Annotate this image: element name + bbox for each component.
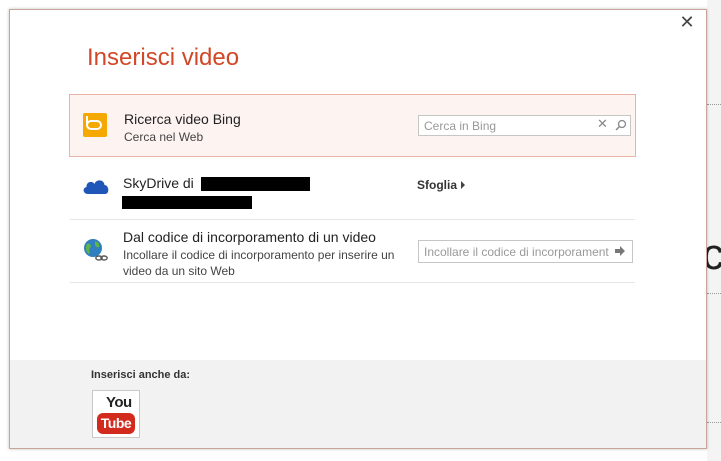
bing-search-box: ✕ [418,115,631,136]
search-icon[interactable] [615,119,627,131]
embed-title: Dal codice di incorporamento di un video [123,229,376,245]
close-button[interactable]: ✕ [678,14,696,32]
insert-also-from-label: Inserisci anche da: [91,369,191,381]
skydrive-row[interactable]: SkyDrive di Sfoglia [70,163,635,220]
bing-subtitle: Cerca nel Web [124,130,204,144]
embed-subtitle: Incollare il codice di incorporamento pe… [123,248,395,278]
redacted-account-email [122,196,252,209]
background-divider [707,104,721,105]
bing-title: Ricerca video Bing [124,111,241,127]
embed-code-row[interactable]: Dal codice di incorporamento di un video… [70,220,635,283]
insert-arrow-icon[interactable] [614,245,626,257]
cloud-icon [83,180,109,194]
background-divider [707,422,721,423]
skydrive-title: SkyDrive di [123,175,194,191]
embed-code-input[interactable] [419,241,614,262]
globe-link-icon [84,239,108,261]
embed-code-box [418,240,633,263]
background-divider [707,293,721,294]
youtube-logo-tube: Tube [97,413,135,434]
browse-button[interactable]: Sfoglia [417,178,466,192]
bing-icon [83,113,107,137]
clear-search-icon[interactable]: ✕ [597,117,608,132]
browse-label: Sfoglia [417,178,458,192]
bing-video-search-row[interactable]: Ricerca video Bing Cerca nel Web ✕ [69,94,636,157]
footer-panel: Inserisci anche da: You Tube [10,360,706,448]
youtube-button[interactable]: You Tube [92,390,140,438]
insert-video-dialog: ✕ Inserisci video Ricerca video Bing Cer… [9,9,707,449]
bing-search-input[interactable] [419,116,594,135]
dialog-title: Inserisci video [87,44,240,71]
chevron-right-icon [461,181,466,189]
redacted-account-name [201,177,310,191]
youtube-logo-you: You [106,394,132,411]
